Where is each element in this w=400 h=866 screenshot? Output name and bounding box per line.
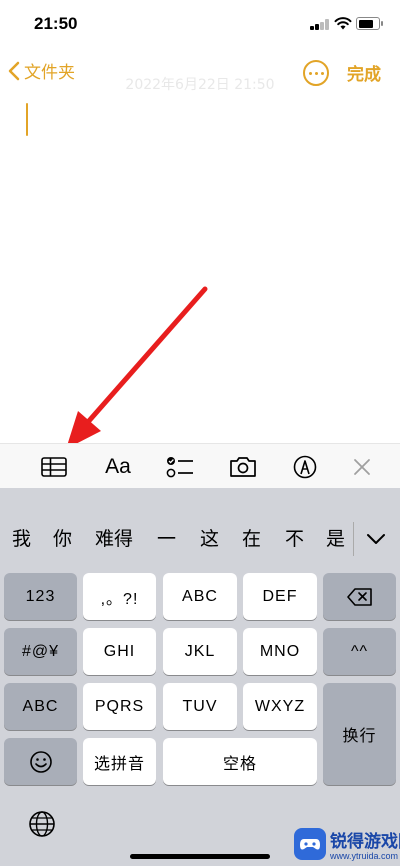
chevron-down-icon[interactable] — [366, 533, 386, 545]
table-icon — [41, 456, 67, 477]
watermark-name: 锐得游戏网 — [330, 832, 400, 852]
status-bar: 21:50 — [0, 0, 400, 48]
candidate-word[interactable]: 不 — [285, 519, 304, 559]
tuv-letters-key[interactable]: TUV — [163, 683, 237, 730]
status-time: 21:50 — [34, 14, 78, 33]
punctuation-key[interactable]: ,。?! — [83, 573, 156, 620]
select-pinyin-key[interactable]: 选拼音 — [83, 738, 156, 785]
candidate-word[interactable]: 难得 — [95, 519, 133, 559]
more-options-button[interactable] — [303, 60, 329, 86]
battery-icon — [356, 17, 383, 30]
ghi-letters-key[interactable]: GHI — [83, 628, 156, 675]
chevron-left-icon — [8, 61, 20, 80]
jkl-letters-key[interactable]: JKL — [163, 628, 237, 675]
back-button[interactable]: 文件夹 — [8, 58, 75, 83]
globe-icon[interactable] — [28, 810, 56, 838]
candidate-bar: 我 你 难得 一 这 在 不 是 — [0, 519, 400, 559]
wifi-icon — [334, 17, 352, 30]
text-format-button[interactable]: Aa — [96, 444, 140, 489]
watermark-url: www.ytruida.com — [330, 851, 399, 861]
def-letters-key[interactable]: DEF — [243, 573, 317, 620]
checklist-button[interactable] — [158, 444, 202, 489]
backspace-icon — [346, 587, 372, 606]
wxyz-letters-key[interactable]: WXYZ — [243, 683, 317, 730]
close-toolbar-button[interactable] — [340, 444, 384, 489]
checklist-icon — [166, 456, 193, 477]
pqrs-letters-key[interactable]: PQRS — [83, 683, 156, 730]
candidate-word[interactable]: 是 — [326, 519, 345, 559]
mno-letters-key[interactable]: MNO — [243, 628, 317, 675]
done-button[interactable]: 完成 — [347, 60, 381, 85]
abc-mode-key[interactable]: ABC — [4, 683, 77, 730]
emoticon-caret-key[interactable]: ^^ — [323, 628, 396, 675]
cellular-signal-icon — [310, 18, 330, 30]
space-key[interactable]: 空格 — [163, 738, 317, 785]
emoji-icon — [29, 750, 52, 773]
camera-button[interactable] — [221, 444, 265, 489]
candidate-word[interactable]: 在 — [242, 519, 261, 559]
symbols-key[interactable]: #@¥ — [4, 628, 77, 675]
back-button-label: 文件夹 — [24, 63, 75, 83]
navigation-bar: 文件夹 2022年6月22日 21:50 完成 — [0, 48, 400, 96]
close-icon — [354, 458, 370, 475]
keyboard: 我 你 难得 一 这 在 不 是 123 ,。?! ABC DEF #@¥ GH… — [0, 488, 400, 866]
gamepad-logo-icon — [294, 828, 326, 860]
emoji-key[interactable] — [4, 738, 77, 785]
return-key[interactable]: 换行 — [323, 683, 396, 785]
candidate-word[interactable]: 这 — [200, 519, 219, 559]
table-button[interactable] — [32, 444, 76, 489]
ellipsis-icon — [308, 71, 312, 75]
site-watermark: 锐得游戏网 www.ytruida.com — [294, 822, 400, 866]
candidate-word[interactable]: 我 — [12, 519, 31, 559]
ellipsis-dot — [314, 71, 318, 75]
numbers-key[interactable]: 123 — [4, 573, 77, 620]
markup-pen-icon — [293, 455, 317, 478]
candidate-word[interactable]: 一 — [157, 519, 176, 559]
camera-icon — [230, 456, 256, 477]
markup-button[interactable] — [283, 444, 327, 489]
abc-letters-key[interactable]: ABC — [163, 573, 237, 620]
delete-key[interactable] — [323, 573, 396, 620]
text-cursor — [26, 103, 28, 136]
candidate-divider — [353, 522, 354, 556]
note-date-title: 2022年6月22日 21:50 — [125, 77, 275, 93]
format-toolbar: Aa — [0, 443, 400, 489]
ellipsis-dot — [320, 71, 324, 75]
home-indicator — [130, 854, 270, 859]
candidate-word[interactable]: 你 — [53, 519, 72, 559]
